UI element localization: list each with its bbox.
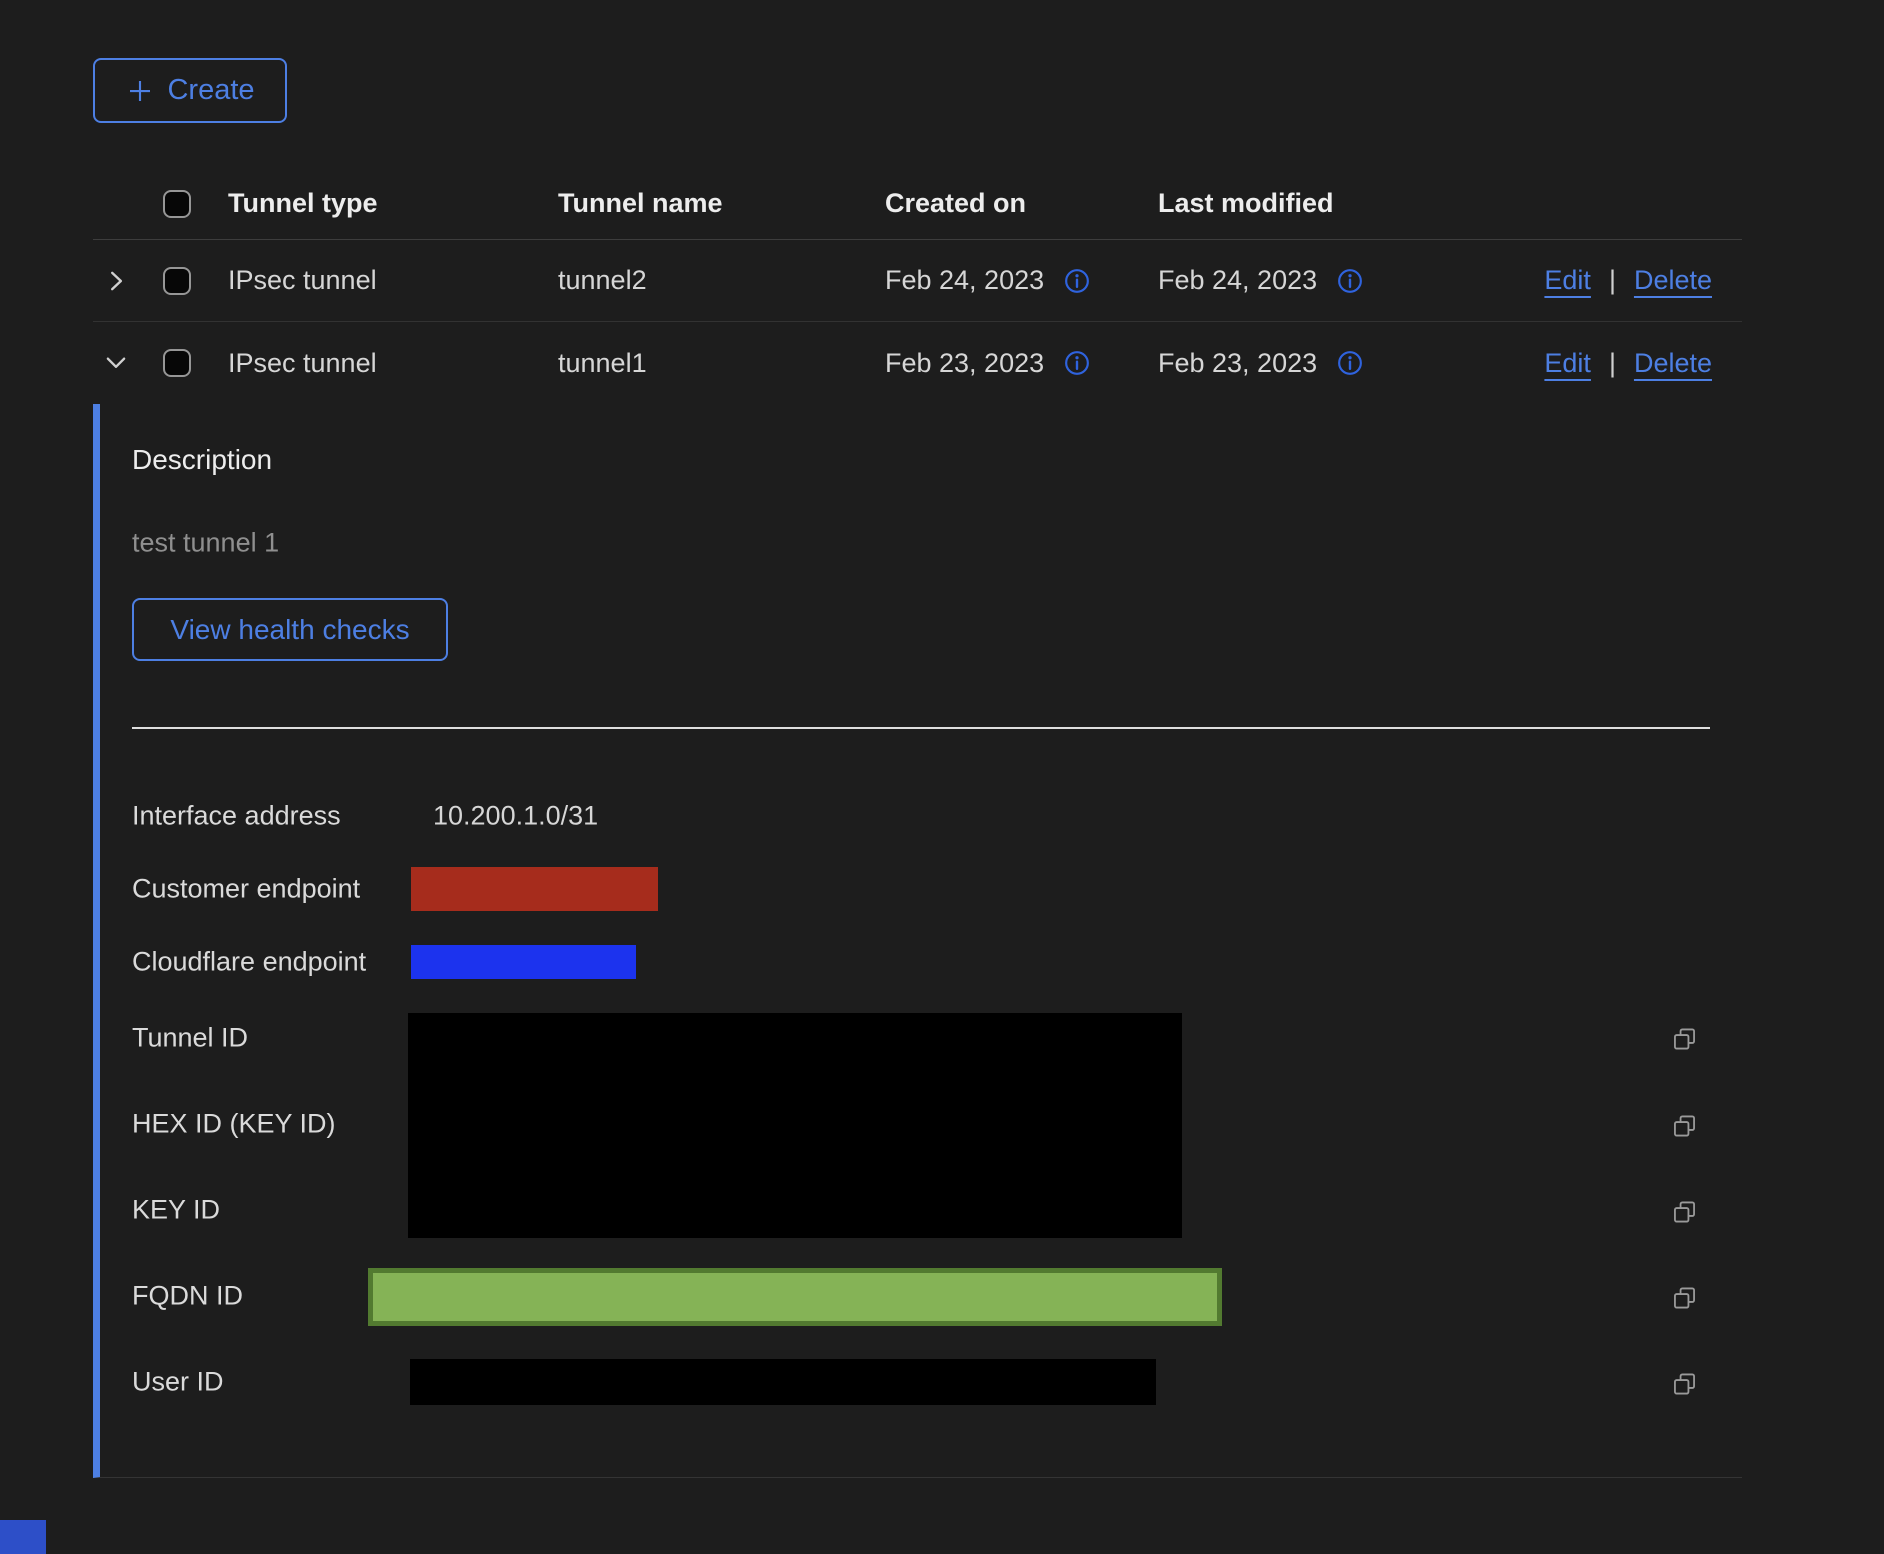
cell-created-on: Feb 24, 2023 bbox=[885, 265, 1044, 296]
create-button-label: Create bbox=[167, 74, 254, 107]
action-separator: | bbox=[1609, 348, 1616, 379]
header-created-on: Created on bbox=[885, 188, 1158, 219]
key-id-label: KEY ID bbox=[132, 1195, 220, 1226]
table-row: IPsec tunnel tunnel1 Feb 23, 2023 Feb 23… bbox=[93, 322, 1742, 404]
tunnel-id-label: Tunnel ID bbox=[132, 1023, 248, 1054]
copy-icon[interactable] bbox=[1671, 1026, 1698, 1053]
customer-endpoint-redacted-value bbox=[411, 867, 658, 911]
header-tunnel-name: Tunnel name bbox=[558, 188, 885, 219]
description-label: Description bbox=[132, 444, 272, 476]
delete-link[interactable]: Delete bbox=[1634, 265, 1712, 296]
info-icon[interactable] bbox=[1337, 268, 1363, 294]
header-tunnel-type: Tunnel type bbox=[228, 188, 558, 219]
tunnel-hex-key-id-redacted-values bbox=[408, 1013, 1182, 1238]
cell-tunnel-name: tunnel2 bbox=[558, 265, 885, 296]
cell-last-modified: Feb 23, 2023 bbox=[1158, 348, 1317, 379]
customer-endpoint-label: Customer endpoint bbox=[132, 874, 360, 905]
edit-link[interactable]: Edit bbox=[1544, 265, 1591, 296]
copy-icon[interactable] bbox=[1671, 1199, 1698, 1226]
user-id-label: User ID bbox=[132, 1367, 224, 1398]
row-checkbox[interactable] bbox=[163, 349, 191, 377]
cloudflare-endpoint-redacted-value bbox=[411, 945, 636, 979]
copy-icon[interactable] bbox=[1671, 1113, 1698, 1140]
create-button[interactable]: Create bbox=[93, 58, 287, 123]
cell-tunnel-name: tunnel1 bbox=[558, 348, 885, 379]
interface-address-value: 10.200.1.0/31 bbox=[433, 801, 598, 832]
info-icon[interactable] bbox=[1064, 268, 1090, 294]
cloudflare-endpoint-label: Cloudflare endpoint bbox=[132, 947, 366, 978]
description-value: test tunnel 1 bbox=[132, 528, 279, 559]
interface-address-label: Interface address bbox=[132, 801, 341, 832]
info-icon[interactable] bbox=[1064, 350, 1090, 376]
fqdn-id-redacted-value bbox=[368, 1268, 1222, 1326]
copy-icon[interactable] bbox=[1671, 1371, 1698, 1398]
table-header-row: Tunnel type Tunnel name Created on Last … bbox=[93, 168, 1742, 240]
tunnels-table: Tunnel type Tunnel name Created on Last … bbox=[93, 168, 1742, 404]
section-divider bbox=[132, 727, 1710, 729]
row-checkbox[interactable] bbox=[163, 267, 191, 295]
table-row: IPsec tunnel tunnel2 Feb 24, 2023 Feb 24… bbox=[93, 240, 1742, 322]
copy-icon[interactable] bbox=[1671, 1285, 1698, 1312]
plus-icon bbox=[125, 76, 155, 106]
tunnels-page: Create Tunnel type Tunnel name Created o… bbox=[0, 0, 1884, 1554]
delete-link[interactable]: Delete bbox=[1634, 348, 1712, 379]
edit-link[interactable]: Edit bbox=[1544, 348, 1591, 379]
chevron-right-icon[interactable] bbox=[103, 268, 129, 294]
user-id-redacted-value bbox=[410, 1359, 1156, 1405]
cell-tunnel-type: IPsec tunnel bbox=[228, 348, 558, 379]
action-separator: | bbox=[1609, 265, 1616, 296]
header-last-modified: Last modified bbox=[1158, 188, 1429, 219]
corner-accent bbox=[0, 1520, 46, 1554]
view-health-checks-button[interactable]: View health checks bbox=[132, 598, 448, 661]
cell-last-modified: Feb 24, 2023 bbox=[1158, 265, 1317, 296]
tunnel-detail-panel: Description test tunnel 1 View health ch… bbox=[93, 404, 1742, 1478]
info-icon[interactable] bbox=[1337, 350, 1363, 376]
cell-created-on: Feb 23, 2023 bbox=[885, 348, 1044, 379]
chevron-down-icon[interactable] bbox=[103, 350, 129, 376]
cell-tunnel-type: IPsec tunnel bbox=[228, 265, 558, 296]
hex-id-label: HEX ID (KEY ID) bbox=[132, 1109, 336, 1140]
fqdn-id-label: FQDN ID bbox=[132, 1281, 243, 1312]
select-all-checkbox[interactable] bbox=[163, 190, 191, 218]
